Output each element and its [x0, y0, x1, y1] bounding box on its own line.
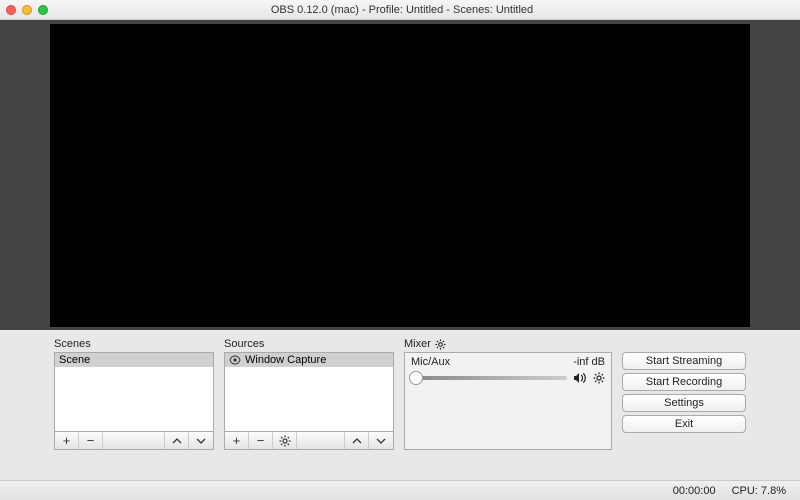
- minus-icon: −: [257, 433, 265, 448]
- traffic-lights: [6, 5, 48, 15]
- mixer-channel-level: -inf dB: [573, 356, 605, 368]
- status-time: 00:00:00: [673, 485, 716, 497]
- mixer-panel: Mixer Mic/Aux -inf dB: [404, 338, 612, 450]
- chevron-down-icon: [376, 436, 386, 446]
- controls-panel: Start Streaming Start Recording Settings…: [622, 352, 746, 433]
- mixer-label: Mixer: [404, 338, 612, 350]
- sources-panel: Sources Window Capture + −: [224, 338, 394, 450]
- sources-toolbar: + −: [225, 431, 393, 449]
- titlebar: OBS 0.12.0 (mac) - Profile: Untitled - S…: [0, 0, 800, 20]
- sources-listbox: Window Capture + −: [224, 352, 394, 450]
- source-movedown-button[interactable]: [369, 432, 393, 449]
- chevron-up-icon: [352, 436, 362, 446]
- mixer-box: Mic/Aux -inf dB: [404, 352, 612, 450]
- scene-add-button[interactable]: +: [55, 432, 79, 449]
- source-item[interactable]: Window Capture: [225, 353, 393, 367]
- gear-icon[interactable]: [593, 372, 605, 384]
- scenes-label: Scenes: [54, 338, 214, 350]
- gear-icon: [279, 435, 291, 447]
- scene-movedown-button[interactable]: [189, 432, 213, 449]
- status-bar: 00:00:00 CPU: 7.8%: [0, 480, 800, 500]
- minimize-window-button[interactable]: [22, 5, 32, 15]
- settings-button[interactable]: Settings: [622, 394, 746, 412]
- chevron-up-icon: [172, 436, 182, 446]
- scene-remove-button[interactable]: −: [79, 432, 103, 449]
- volume-slider-knob[interactable]: [409, 371, 423, 385]
- speaker-icon[interactable]: [573, 372, 587, 384]
- mixer-channel-name: Mic/Aux: [411, 356, 450, 368]
- source-add-button[interactable]: +: [225, 432, 249, 449]
- scenes-toolbar: + −: [55, 431, 213, 449]
- panels: Scenes Scene + − Sources Window Captur: [0, 330, 800, 456]
- volume-slider[interactable]: [411, 376, 567, 380]
- source-item-label: Window Capture: [245, 354, 326, 366]
- preview-canvas[interactable]: [50, 24, 750, 327]
- mixer-label-text: Mixer: [404, 338, 431, 350]
- plus-icon: +: [63, 433, 71, 448]
- sources-list[interactable]: Window Capture: [225, 353, 393, 431]
- scene-toolbar-spacer: [103, 432, 165, 449]
- scene-item[interactable]: Scene: [55, 353, 213, 367]
- scenes-list[interactable]: Scene: [55, 353, 213, 431]
- scene-moveup-button[interactable]: [165, 432, 189, 449]
- source-properties-button[interactable]: [273, 432, 297, 449]
- gear-icon[interactable]: [435, 339, 446, 350]
- source-toolbar-spacer: [297, 432, 345, 449]
- exit-button[interactable]: Exit: [622, 415, 746, 433]
- preview-area: [0, 20, 800, 330]
- scene-item-label: Scene: [59, 354, 90, 366]
- close-window-button[interactable]: [6, 5, 16, 15]
- source-moveup-button[interactable]: [345, 432, 369, 449]
- scenes-panel: Scenes Scene + −: [54, 338, 214, 450]
- maximize-window-button[interactable]: [38, 5, 48, 15]
- scenes-listbox: Scene + −: [54, 352, 214, 450]
- source-remove-button[interactable]: −: [249, 432, 273, 449]
- start-streaming-button[interactable]: Start Streaming: [622, 352, 746, 370]
- chevron-down-icon: [196, 436, 206, 446]
- minus-icon: −: [87, 433, 95, 448]
- sources-label: Sources: [224, 338, 394, 350]
- eye-icon[interactable]: [229, 355, 241, 365]
- window-title: OBS 0.12.0 (mac) - Profile: Untitled - S…: [56, 4, 748, 16]
- plus-icon: +: [233, 433, 241, 448]
- status-cpu: CPU: 7.8%: [732, 485, 786, 497]
- start-recording-button[interactable]: Start Recording: [622, 373, 746, 391]
